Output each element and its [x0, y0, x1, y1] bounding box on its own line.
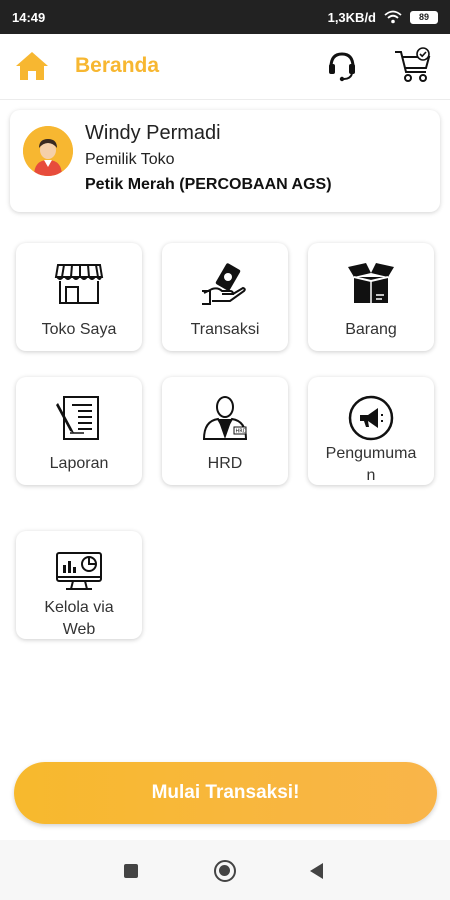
profile-name: Windy Permadi [85, 122, 221, 144]
status-right: 1,3KB/d 89 [328, 10, 438, 25]
battery-icon: 89 [410, 10, 438, 24]
home-icon[interactable] [14, 50, 50, 82]
report-icon [54, 395, 104, 441]
start-transaction-button[interactable]: Mulai Transaksi! [14, 762, 437, 824]
box-icon [346, 261, 396, 307]
cart-icon[interactable] [393, 46, 433, 84]
system-nav-bar [0, 840, 450, 900]
home-nav-icon[interactable] [214, 860, 236, 882]
page-title: Beranda [75, 54, 160, 77]
menu-barang[interactable]: Barang [308, 243, 434, 351]
monitor-chart-icon [54, 549, 104, 595]
hrd-person-icon: HRD [200, 395, 250, 441]
menu-label: Pengumuma n [310, 443, 432, 487]
menu-pengumuman[interactable]: Pengumuma n [308, 377, 434, 485]
menu-label: Transaksi [190, 321, 260, 338]
money-hand-icon [200, 261, 250, 307]
back-icon[interactable] [310, 863, 323, 879]
menu-label-text: Pengumuma n [325, 445, 417, 484]
network-speed: 1,3KB/d [327, 9, 376, 25]
wifi-icon [384, 10, 402, 24]
app-bar: Beranda [0, 34, 450, 100]
profile-role: Pemilik Toko [85, 151, 175, 168]
menu-label: Laporan [49, 455, 109, 472]
profile-card: Windy Permadi Pemilik Toko Petik Merah (… [10, 110, 440, 212]
menu-kelola-via-web[interactable]: Kelola via Web [16, 531, 142, 639]
menu-label-text: Kelola via Web [44, 599, 114, 638]
menu-transaksi[interactable]: Transaksi [162, 243, 288, 351]
menu-label: Kelola via Web [18, 597, 140, 641]
menu-toko-saya[interactable]: Toko Saya [16, 243, 142, 351]
svg-text:HRD: HRD [236, 429, 247, 435]
menu-label: HRD [207, 455, 243, 472]
recent-apps-icon[interactable] [124, 864, 138, 878]
menu-label: Toko Saya [41, 321, 117, 338]
store-icon [54, 261, 104, 307]
avatar [23, 126, 73, 176]
status-time: 14:49 [12, 9, 46, 25]
megaphone-icon [346, 395, 396, 441]
profile-store: Petik Merah (PERCOBAAN AGS) [85, 176, 332, 193]
headset-icon[interactable] [325, 49, 359, 83]
menu-label: Barang [345, 321, 397, 338]
status-bar: 14:49 1,3KB/d 89 [0, 0, 450, 34]
menu-hrd[interactable]: HRD HRD [162, 377, 288, 485]
menu-laporan[interactable]: Laporan [16, 377, 142, 485]
